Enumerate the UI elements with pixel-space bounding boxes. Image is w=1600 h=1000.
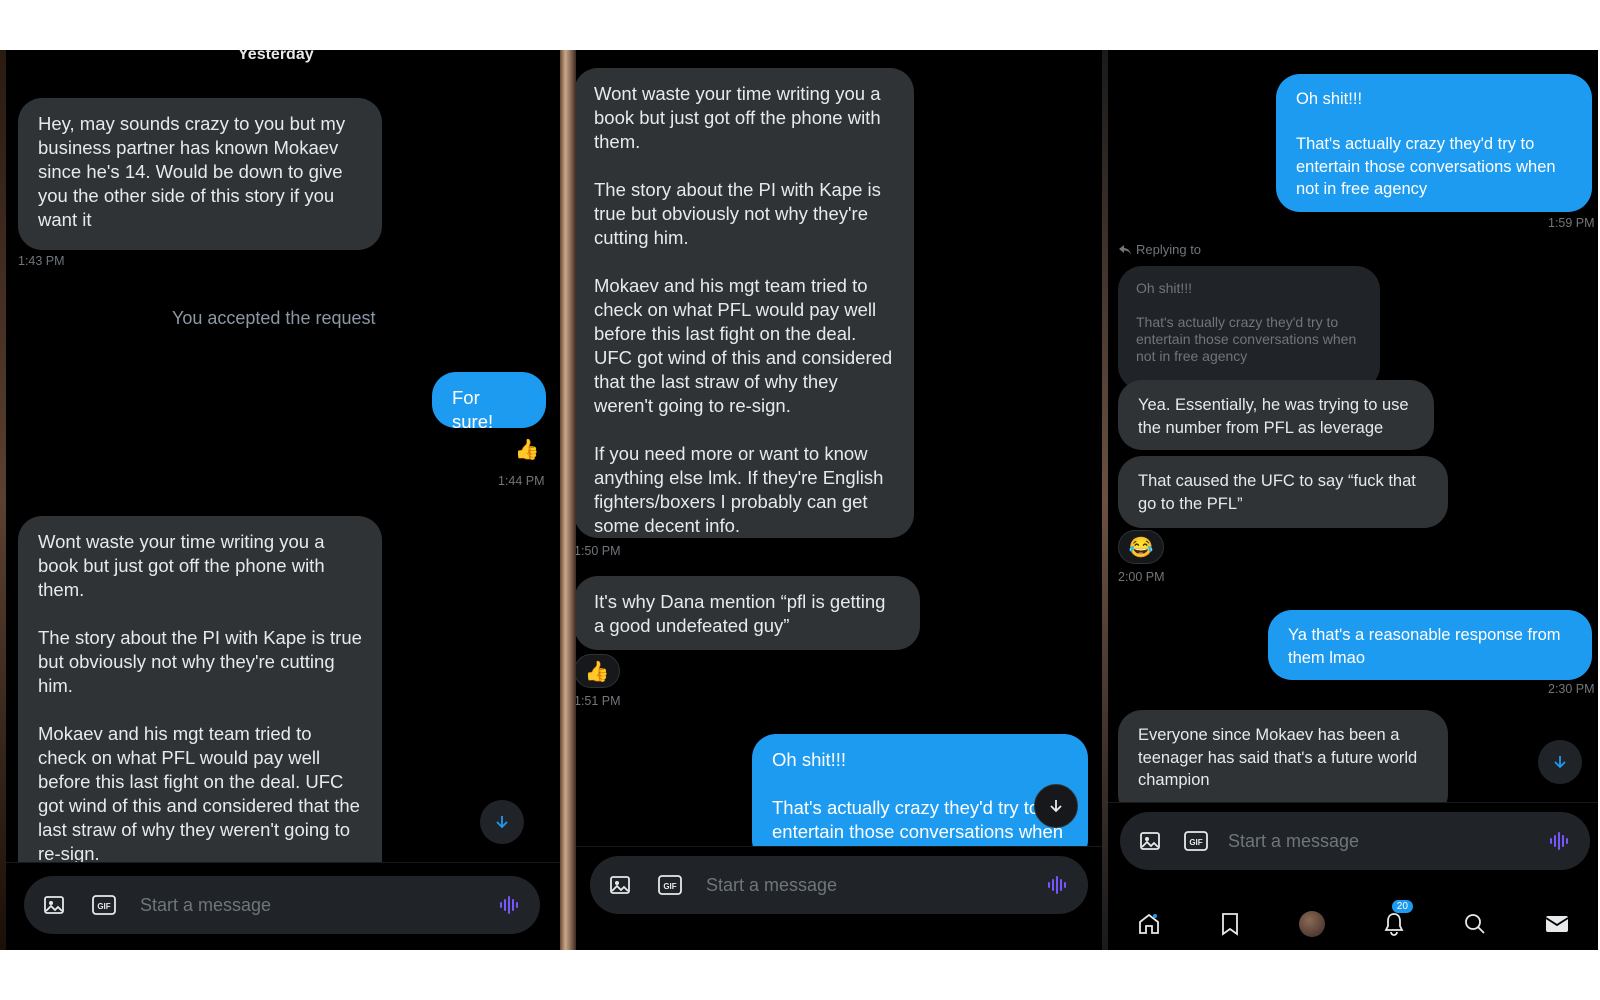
timestamp: 1:51 PM — [576, 694, 621, 708]
home-icon[interactable] — [1133, 908, 1165, 940]
composer-placeholder[interactable]: Start a message — [140, 895, 494, 916]
outgoing-message[interactable]: Ya that's a reasonable response from the… — [1268, 610, 1592, 680]
incoming-message[interactable]: Hey, may sounds crazy to you but my busi… — [18, 98, 382, 250]
replying-to-label: Replying to — [1118, 242, 1201, 257]
incoming-message[interactable]: That caused the UFC to say “fuck that go… — [1118, 456, 1448, 528]
laughing-reaction[interactable]: 😂 — [1118, 530, 1164, 564]
voice-message-icon[interactable] — [1042, 871, 1072, 899]
timestamp: 1:59 PM — [1548, 216, 1595, 230]
arrow-down-icon — [1050, 800, 1062, 813]
voice-message-icon[interactable] — [1544, 827, 1574, 855]
scroll-down-button[interactable] — [1538, 740, 1582, 784]
reply-arrow-icon — [1119, 244, 1131, 254]
bell-icon[interactable]: 20 — [1378, 900, 1413, 940]
gif-icon[interactable]: GIF — [90, 891, 118, 919]
incoming-message[interactable]: Yea. Essentially, he was trying to use t… — [1118, 380, 1434, 450]
arrow-down-icon — [1554, 756, 1566, 769]
chat-panel-1: Yesterday Hey, may sounds crazy to you b… — [6, 50, 560, 950]
chat-panel-3: Oh shit!!! That's actually crazy they'd … — [1108, 50, 1598, 950]
system-message: You accepted the request — [172, 308, 376, 328]
voice-message-icon[interactable] — [494, 891, 524, 919]
notification-badge: 20 — [1391, 900, 1413, 913]
quoted-message[interactable]: Oh shit!!! That's actually crazy they'd … — [1118, 266, 1380, 390]
image-icon[interactable] — [606, 871, 634, 899]
bookmark-icon[interactable] — [1214, 908, 1246, 940]
outgoing-message[interactable]: Oh shit!!! That's actually crazy they'd … — [1276, 74, 1592, 212]
incoming-message[interactable]: It's why Dana mention “pfl is getting a … — [576, 576, 920, 650]
message-composer: GIF Start a message — [590, 856, 1088, 914]
message-composer: GIF Start a message — [1120, 812, 1590, 870]
outgoing-message[interactable]: For sure! — [432, 372, 546, 432]
timestamp: 2:00 PM — [1118, 570, 1165, 584]
timestamp: 2:30 PM — [1548, 682, 1595, 696]
composer-placeholder[interactable]: Start a message — [1228, 831, 1544, 852]
profile-avatar[interactable] — [1296, 908, 1328, 940]
svg-text:GIF: GIF — [1189, 838, 1202, 847]
thumbs-up-reaction[interactable]: 👍 — [504, 432, 550, 466]
image-icon[interactable] — [40, 891, 68, 919]
replying-to-text: Replying to — [1136, 242, 1202, 257]
search-icon[interactable] — [1459, 908, 1491, 940]
separator-1 — [560, 50, 576, 950]
date-divider: Yesterday — [238, 50, 314, 63]
message-composer: GIF Start a message — [24, 876, 540, 934]
bottom-navigation: 20 — [1108, 898, 1598, 950]
scroll-down-button[interactable] — [1034, 784, 1078, 828]
scroll-down-button[interactable] — [480, 800, 524, 844]
timestamp: 1:50 PM — [576, 544, 621, 558]
gif-icon[interactable]: GIF — [1182, 827, 1210, 855]
timestamp: 1:43 PM — [18, 254, 65, 268]
arrow-down-icon — [496, 816, 508, 829]
composer-placeholder[interactable]: Start a message — [706, 875, 1042, 896]
gif-icon[interactable]: GIF — [656, 871, 684, 899]
svg-text:GIF: GIF — [97, 902, 110, 911]
svg-text:GIF: GIF — [663, 882, 676, 891]
mail-icon[interactable] — [1541, 908, 1573, 940]
chat-panel-2: Wont waste your time writing you a book … — [576, 50, 1102, 950]
incoming-message[interactable]: Wont waste your time writing you a book … — [576, 68, 914, 538]
timestamp: 1:44 PM — [498, 474, 545, 488]
avatar — [1299, 911, 1326, 937]
thumbs-up-reaction[interactable]: 👍 — [576, 654, 620, 688]
image-icon[interactable] — [1136, 827, 1164, 855]
